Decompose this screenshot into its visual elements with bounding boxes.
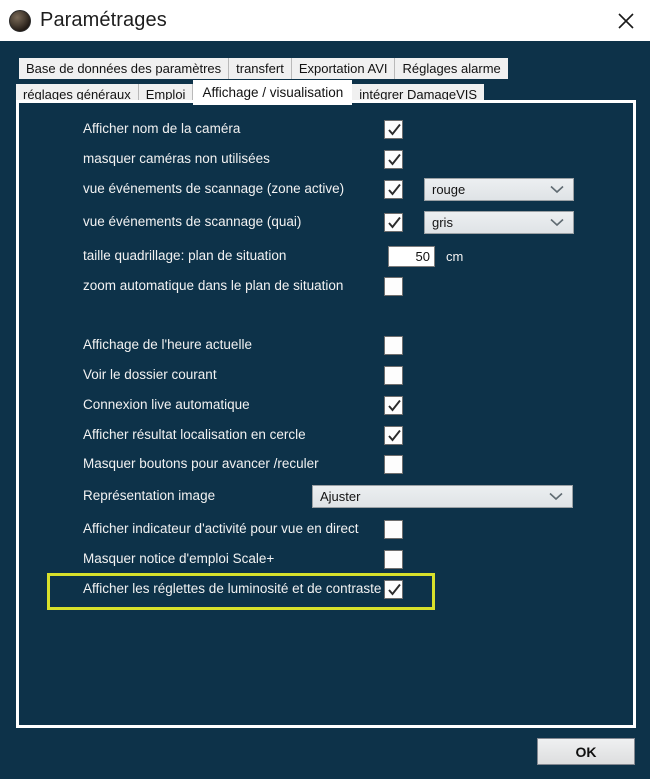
checkbox-masquer-boutons[interactable] <box>384 454 403 474</box>
checkbox-dossier-courant[interactable] <box>384 365 403 385</box>
label-connexion-live: Connexion live automatique <box>83 397 250 413</box>
tab-affichage-visualisation[interactable]: Affichage / visualisation <box>193 80 353 105</box>
tab-transfert[interactable]: transfert <box>229 58 292 79</box>
dropdown-representation-image-value: Ajuster <box>320 488 361 504</box>
tab-base-de-donnees[interactable]: Base de données des paramètres <box>19 58 230 79</box>
checkbox-indicateur-activite[interactable] <box>384 519 403 539</box>
dropdown-couleur-zone-active-value: rouge <box>432 181 466 197</box>
label-dossier-courant: Voir le dossier courant <box>83 367 217 383</box>
checkbox-connexion-live[interactable] <box>384 395 403 415</box>
label-affichage-heure: Affichage de l'heure actuelle <box>83 337 252 353</box>
label-representation-image: Représentation image <box>83 488 216 504</box>
label-afficher-nom-camera: Afficher nom de la caméra <box>83 121 241 137</box>
checkbox-scannage-zone-active[interactable] <box>384 179 403 199</box>
checkbox-masquer-notice[interactable] <box>384 549 403 569</box>
row-taille-quadrillage: taille quadrillage: plan de situation 50… <box>19 243 633 269</box>
row-afficher-nom-camera: Afficher nom de la caméra <box>19 116 633 142</box>
checkbox-localisation-cercle[interactable] <box>384 425 403 445</box>
label-zoom-automatique: zoom automatique dans le plan de situati… <box>83 278 344 294</box>
settings-panel: Afficher nom de la caméra masquer caméra… <box>16 100 636 728</box>
tab-strip: Base de données des paramètres transfert… <box>16 58 636 105</box>
settings-rows: Afficher nom de la caméra masquer caméra… <box>19 103 633 725</box>
row-representation-image: Représentation image Ajuster <box>19 483 633 509</box>
tab-exportation-avi[interactable]: Exportation AVI <box>291 58 396 79</box>
checkbox-masquer-cameras[interactable] <box>384 149 403 169</box>
row-indicateur-activite: Afficher indicateur d'activité pour vue … <box>19 516 633 542</box>
checkbox-scannage-quai[interactable] <box>384 212 403 232</box>
tab-row-1: Base de données des paramètres transfert… <box>19 58 636 79</box>
row-scannage-quai: vue événements de scannage (quai) gris <box>19 209 633 235</box>
chevron-down-icon <box>549 492 563 501</box>
label-taille-quadrillage: taille quadrillage: plan de situation <box>83 248 287 264</box>
row-reglettes-luminosite: Afficher les réglettes de luminosité et … <box>19 576 633 602</box>
dropdown-couleur-quai[interactable]: gris <box>424 210 574 234</box>
checkbox-zoom-automatique[interactable] <box>384 276 403 296</box>
row-localisation-cercle: Afficher résultat localisation en cercle <box>19 422 633 448</box>
chevron-down-icon <box>550 185 564 194</box>
label-masquer-cameras: masquer caméras non utilisées <box>83 151 270 167</box>
settings-dialog: Paramétrages Base de données des paramèt… <box>0 0 650 779</box>
row-masquer-notice: Masquer notice d'emploi Scale+ <box>19 546 633 572</box>
checkbox-affichage-heure[interactable] <box>384 335 403 355</box>
row-dossier-courant: Voir le dossier courant <box>19 362 633 388</box>
label-localisation-cercle: Afficher résultat localisation en cercle <box>83 427 306 443</box>
label-masquer-boutons: Masquer boutons pour avancer /reculer <box>83 456 319 472</box>
label-scannage-zone-active: vue événements de scannage (zone active) <box>83 181 345 197</box>
label-reglettes-luminosite: Afficher les réglettes de luminosité et … <box>83 581 382 597</box>
input-taille-quadrillage[interactable]: 50 <box>388 245 435 267</box>
dropdown-representation-image[interactable]: Ajuster <box>312 484 573 508</box>
row-affichage-heure: Affichage de l'heure actuelle <box>19 332 633 358</box>
row-connexion-live: Connexion live automatique <box>19 392 633 418</box>
dropdown-couleur-zone-active[interactable]: rouge <box>424 177 574 201</box>
dropdown-couleur-quai-value: gris <box>432 214 453 230</box>
close-icon[interactable] <box>602 0 650 41</box>
ok-button[interactable]: OK <box>537 738 635 765</box>
checkbox-afficher-nom-camera[interactable] <box>384 119 403 139</box>
row-masquer-boutons: Masquer boutons pour avancer /reculer <box>19 451 633 477</box>
row-masquer-cameras: masquer caméras non utilisées <box>19 146 633 172</box>
label-scannage-quai: vue événements de scannage (quai) <box>83 214 302 230</box>
title-bar: Paramétrages <box>0 0 650 41</box>
tab-reglages-alarme[interactable]: Réglages alarme <box>395 58 508 79</box>
chevron-down-icon <box>550 218 564 227</box>
camera-globe-icon <box>9 9 31 32</box>
row-zoom-automatique: zoom automatique dans le plan de situati… <box>19 273 633 299</box>
unit-taille-quadrillage: cm <box>446 248 464 264</box>
label-indicateur-activite: Afficher indicateur d'activité pour vue … <box>83 521 359 537</box>
label-masquer-notice: Masquer notice d'emploi Scale+ <box>83 551 275 567</box>
window-title: Paramétrages <box>40 8 167 31</box>
checkbox-reglettes-luminosite[interactable] <box>384 579 403 599</box>
row-scannage-zone-active: vue événements de scannage (zone active)… <box>19 176 633 202</box>
